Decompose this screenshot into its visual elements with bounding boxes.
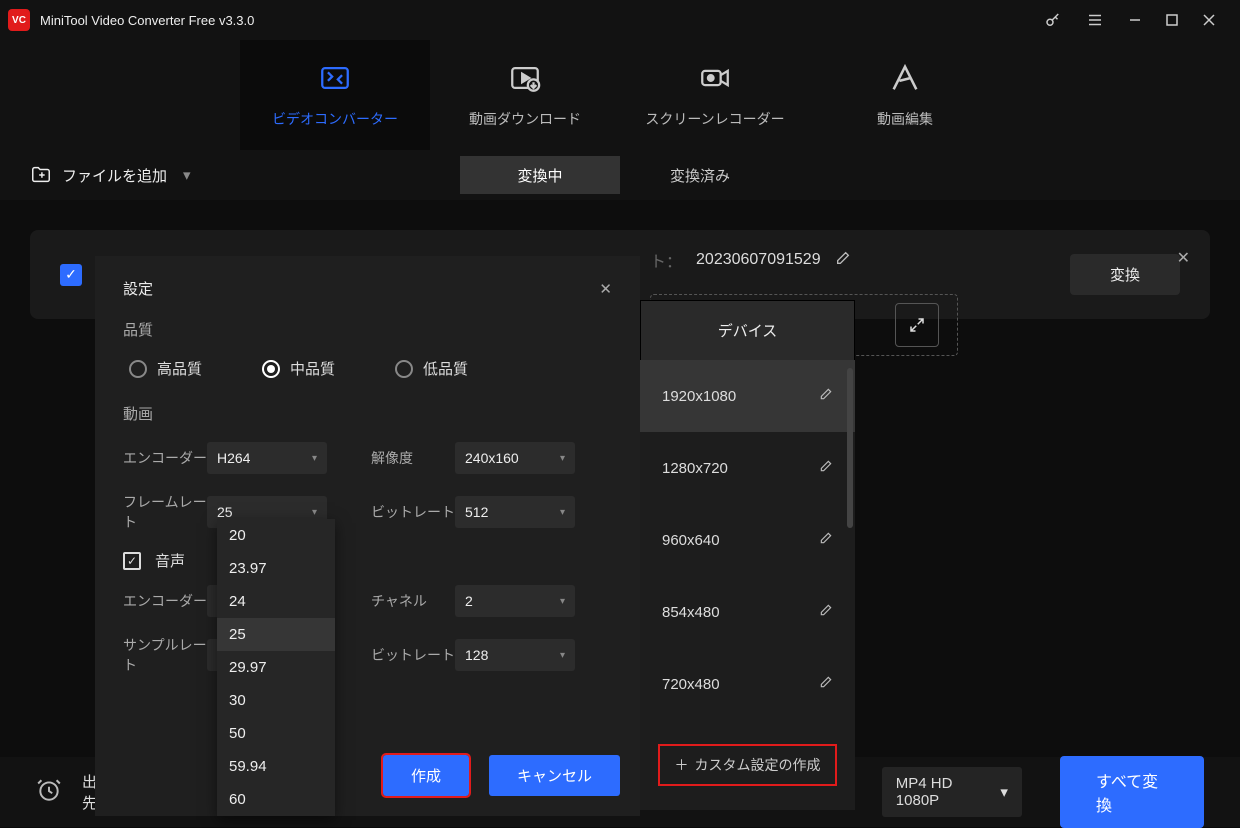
framerate-option[interactable]: 23.97 xyxy=(217,552,335,585)
maximize-button[interactable] xyxy=(1166,14,1178,26)
encoder-label: エンコーダー xyxy=(123,448,207,468)
edit-icon[interactable] xyxy=(819,459,833,477)
framerate-label: フレームレート xyxy=(123,492,207,532)
audio-bitrate-label: ビットレート xyxy=(371,645,455,665)
chevron-down-icon: ▾ xyxy=(1000,783,1008,801)
chevron-down-icon[interactable]: ▾ xyxy=(183,166,191,184)
add-file-button[interactable]: ファイルを追加 ▾ xyxy=(30,164,191,186)
resolution-option[interactable]: 720x480 xyxy=(640,648,855,720)
radio-low-quality[interactable]: 低品質 xyxy=(395,358,468,379)
convert-all-button[interactable]: すべて変換 xyxy=(1060,756,1204,828)
radio-high-quality[interactable]: 高品質 xyxy=(129,358,202,379)
framerate-option[interactable]: 60 xyxy=(217,783,335,816)
app-title: MiniTool Video Converter Free v3.3.0 xyxy=(40,13,1044,28)
radio-mid-quality[interactable]: 中品質 xyxy=(262,358,335,379)
resolution-option-label: 1280x720 xyxy=(662,460,728,477)
menu-icon[interactable] xyxy=(1086,11,1104,29)
task-checkbox[interactable]: ✓ xyxy=(60,264,82,286)
framerate-option[interactable]: 24 xyxy=(217,585,335,618)
framerate-option[interactable]: 59.94 xyxy=(217,750,335,783)
close-button[interactable] xyxy=(1202,13,1216,27)
subtab-converting[interactable]: 変換中 xyxy=(460,156,620,194)
tab-recorder[interactable]: スクリーンレコーダー xyxy=(620,40,810,150)
edit-icon[interactable] xyxy=(819,603,833,621)
resolution-option[interactable]: 1280x720 xyxy=(640,432,855,504)
video-section-title: 動画 xyxy=(123,403,612,424)
task-name-prefix: ト： xyxy=(650,248,682,272)
scrollbar[interactable] xyxy=(847,368,853,528)
resolution-option[interactable]: 1920x1080 xyxy=(640,360,855,432)
modal-title: 設定 xyxy=(123,278,153,299)
resolution-option-label: 960x640 xyxy=(662,532,720,549)
add-file-label: ファイルを追加 xyxy=(62,165,167,186)
expand-output-button[interactable] xyxy=(895,303,939,347)
resolution-panel: デバイス 1920x1080 1280x720 960x640 854x480 … xyxy=(640,300,855,810)
edit-task-icon[interactable] xyxy=(835,250,851,271)
main-tabs: ビデオコンバーター 動画ダウンロード スクリーンレコーダー 動画編集 xyxy=(0,40,1240,150)
key-icon[interactable] xyxy=(1044,11,1062,29)
create-button[interactable]: 作成 xyxy=(383,755,469,796)
device-tab[interactable]: デバイス xyxy=(640,300,855,360)
framerate-option[interactable]: 20 xyxy=(217,519,335,552)
audio-checkbox[interactable]: ✓ xyxy=(123,552,141,570)
minimize-button[interactable] xyxy=(1128,13,1142,27)
framerate-option[interactable]: 50 xyxy=(217,717,335,750)
subtab-converted[interactable]: 変換済み xyxy=(620,156,780,194)
resolution-select[interactable]: 240x160▾ xyxy=(455,442,575,474)
edit-icon[interactable] xyxy=(819,387,833,405)
titlebar: VC MiniTool Video Converter Free v3.3.0 xyxy=(0,0,1240,40)
format-dropdown[interactable]: MP4 HD 1080P ▾ xyxy=(882,767,1022,817)
audio-bitrate-select[interactable]: 128▾ xyxy=(455,639,575,671)
tab-editor-label: 動画編集 xyxy=(877,109,933,129)
quality-section-title: 品質 xyxy=(123,319,612,340)
tab-converter-label: ビデオコンバーター xyxy=(272,109,398,129)
resolution-option[interactable]: 854x480 xyxy=(640,576,855,648)
task-name: 20230607091529 xyxy=(696,251,821,269)
tab-converter[interactable]: ビデオコンバーター xyxy=(240,40,430,150)
close-task-icon[interactable]: ✕ xyxy=(1177,248,1190,268)
format-value: MP4 HD 1080P xyxy=(896,775,991,809)
edit-icon[interactable] xyxy=(819,675,833,693)
app-logo: VC xyxy=(8,9,30,31)
tab-download[interactable]: 動画ダウンロード xyxy=(430,40,620,150)
settings-modal: 設定 ✕ 品質 高品質 中品質 低品質 動画 エンコーダー H264▾ 解像度 … xyxy=(95,256,640,816)
channel-select[interactable]: 2▾ xyxy=(455,585,575,617)
tab-recorder-label: スクリーンレコーダー xyxy=(645,109,784,129)
encoder-select[interactable]: H264▾ xyxy=(207,442,327,474)
second-bar: ファイルを追加 ▾ 変換中 変換済み xyxy=(0,150,1240,200)
edit-icon[interactable] xyxy=(819,531,833,549)
close-modal-icon[interactable]: ✕ xyxy=(599,280,612,298)
alarm-icon[interactable] xyxy=(36,777,62,808)
resolution-option-label: 854x480 xyxy=(662,604,720,621)
bitrate-select[interactable]: 512▾ xyxy=(455,496,575,528)
tab-editor[interactable]: 動画編集 xyxy=(810,40,1000,150)
samplerate-label: サンプルレート xyxy=(123,635,207,675)
framerate-option[interactable]: 30 xyxy=(217,684,335,717)
cancel-button[interactable]: キャンセル xyxy=(489,755,620,796)
audio-encoder-label: エンコーダー xyxy=(123,591,207,611)
custom-preset-button[interactable]: ＋ カスタム設定の作成 xyxy=(658,744,837,786)
resolution-option-label: 720x480 xyxy=(662,676,720,693)
bitrate-label: ビットレート xyxy=(371,502,455,522)
custom-preset-label: カスタム設定の作成 xyxy=(695,755,821,775)
plus-icon: ＋ xyxy=(675,755,689,775)
resolution-label: 解像度 xyxy=(371,448,455,468)
framerate-option[interactable]: 25 xyxy=(217,618,335,651)
convert-button[interactable]: 変換 xyxy=(1070,254,1180,295)
audio-section-title: 音声 xyxy=(155,550,185,571)
resolution-option[interactable]: 960x640 xyxy=(640,504,855,576)
framerate-option[interactable]: 29.97 xyxy=(217,651,335,684)
resolution-option-label: 1920x1080 xyxy=(662,388,736,405)
framerate-dropdown: 20 23.97 24 25 29.97 30 50 59.94 60 xyxy=(217,519,335,816)
tab-download-label: 動画ダウンロード xyxy=(469,109,581,129)
channel-label: チャネル xyxy=(371,591,455,611)
